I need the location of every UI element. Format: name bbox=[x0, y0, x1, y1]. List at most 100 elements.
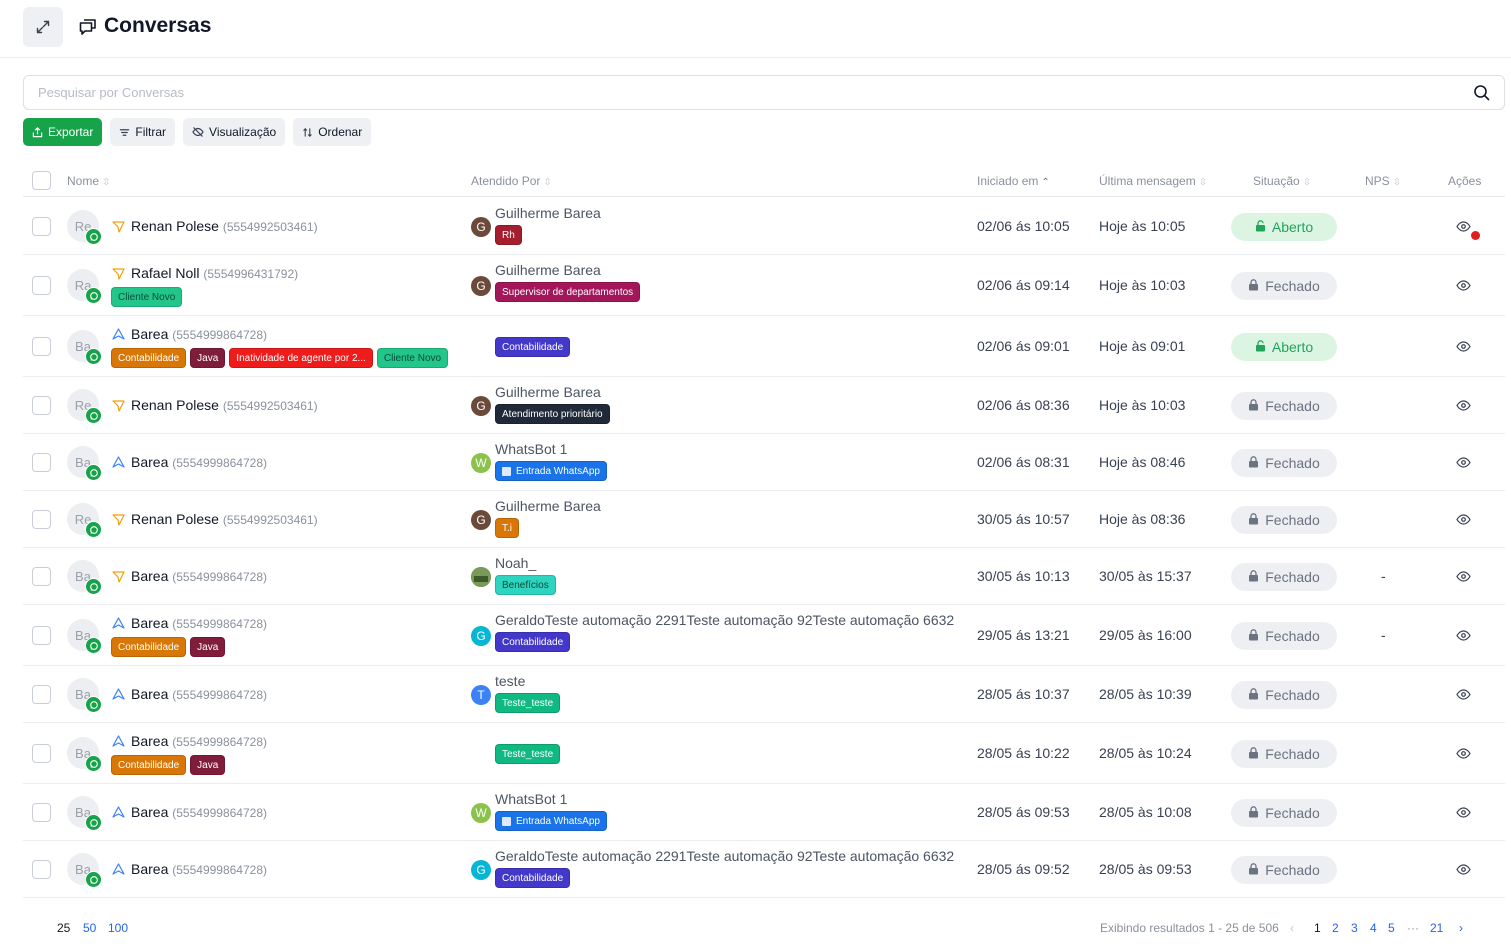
column-attended-by[interactable]: Atendido Por ⇳ bbox=[471, 174, 552, 188]
next-page-icon[interactable]: › bbox=[1459, 921, 1463, 935]
view-button[interactable]: Visualização bbox=[183, 118, 286, 146]
view-icon[interactable] bbox=[1456, 688, 1471, 706]
contact-name[interactable]: Barea (5554999864728) bbox=[131, 686, 267, 702]
view-icon[interactable] bbox=[1456, 220, 1471, 238]
row-checkbox[interactable] bbox=[32, 685, 51, 704]
page-size-100[interactable]: 100 bbox=[108, 921, 128, 935]
column-name[interactable]: Nome ⇳ bbox=[67, 174, 110, 188]
status-badge: Fechado bbox=[1231, 392, 1337, 420]
contact-name[interactable]: Rafael Noll (5554996431792) bbox=[131, 265, 298, 281]
contact-name[interactable]: Renan Polese (5554992503461) bbox=[131, 511, 318, 527]
page-2[interactable]: 2 bbox=[1332, 921, 1339, 935]
view-icon[interactable] bbox=[1456, 279, 1471, 297]
table-row[interactable]: Ra Rafael Noll (5554996431792) Cliente Nov… bbox=[23, 255, 1505, 316]
table-row[interactable]: Ba Barea (5554999864728) Tteste Teste_teste… bbox=[23, 666, 1505, 723]
contact-phone: (5554999864728) bbox=[172, 806, 268, 820]
page-size-50[interactable]: 50 bbox=[83, 921, 96, 935]
contact-name[interactable]: Renan Polese (5554992503461) bbox=[131, 218, 318, 234]
contact-name-text: Renan Polese bbox=[131, 397, 219, 413]
contact-name[interactable]: Barea (5554999864728) bbox=[131, 568, 267, 584]
agent-name: teste bbox=[495, 673, 526, 689]
page-3[interactable]: 3 bbox=[1351, 921, 1358, 935]
row-checkbox[interactable] bbox=[32, 217, 51, 236]
expand-button[interactable] bbox=[23, 7, 63, 47]
agent-avatar: T bbox=[471, 685, 491, 705]
table-row[interactable]: Ba Barea (5554999864728) G GeraldoTeste aut… bbox=[23, 841, 1505, 898]
view-icon[interactable] bbox=[1456, 863, 1471, 881]
row-checkbox[interactable] bbox=[32, 567, 51, 586]
row-checkbox[interactable] bbox=[32, 510, 51, 529]
agent-tag: Teste_teste bbox=[495, 693, 561, 713]
filter-label: Filtrar bbox=[135, 125, 167, 139]
contact-tags: Contabilidade Java bbox=[111, 755, 226, 775]
contact-name[interactable]: Renan Polese (5554992503461) bbox=[131, 397, 318, 413]
row-checkbox[interactable] bbox=[32, 803, 51, 822]
table-row[interactable]: Ba Barea (5554999864728) Contabilidade Java… bbox=[23, 605, 1505, 666]
row-checkbox[interactable] bbox=[32, 626, 51, 645]
contact-phone: (5554999864728) bbox=[172, 328, 268, 342]
filter-button[interactable]: Filtrar bbox=[110, 118, 176, 146]
contact-name-text: Barea bbox=[131, 615, 169, 631]
page-1[interactable]: 1 bbox=[1314, 921, 1321, 935]
contact-tag: Java bbox=[190, 755, 226, 775]
select-all-checkbox[interactable] bbox=[32, 171, 51, 190]
column-status[interactable]: Situação ⇳ bbox=[1253, 174, 1311, 188]
contact-name[interactable]: Barea (5554999864728) bbox=[131, 733, 267, 749]
agent-tag-label: Contabilidade bbox=[502, 636, 564, 648]
table-row[interactable]: Ba Barea (5554999864728) W WhatsBot 1 Entrad… bbox=[23, 784, 1505, 841]
column-nps[interactable]: NPS ⇳ bbox=[1365, 174, 1401, 188]
table-row[interactable]: Ba Barea (5554999864728) W WhatsBot 1 Entrad… bbox=[23, 434, 1505, 491]
table-row[interactable]: Re Renan Polese (5554992503461) G Guilherme… bbox=[23, 377, 1505, 434]
row-checkbox[interactable] bbox=[32, 744, 51, 763]
row-checkbox[interactable] bbox=[32, 453, 51, 472]
status-badge: Fechado bbox=[1231, 272, 1337, 300]
export-button[interactable]: Exportar bbox=[23, 118, 103, 146]
page-5[interactable]: 5 bbox=[1388, 921, 1395, 935]
table-header: Nome ⇳ Atendido Por ⇳ Iniciado em ⌃ Última … bbox=[23, 165, 1505, 197]
page-size-25[interactable]: 25 bbox=[57, 921, 70, 935]
page-4[interactable]: 4 bbox=[1370, 921, 1377, 935]
agent-tag: T.i bbox=[495, 518, 519, 538]
status-label: Fechado bbox=[1265, 628, 1320, 644]
view-icon[interactable] bbox=[1456, 747, 1471, 765]
view-icon[interactable] bbox=[1456, 806, 1471, 824]
contact-name[interactable]: Barea (5554999864728) bbox=[131, 861, 267, 877]
view-icon[interactable] bbox=[1456, 340, 1471, 358]
contact-name[interactable]: Barea (5554999864728) bbox=[131, 804, 267, 820]
table-row[interactable]: Ba Barea (5554999864728) Contabilidade Java… bbox=[23, 316, 1505, 377]
row-checkbox[interactable] bbox=[32, 337, 51, 356]
status-badge: Aberto bbox=[1231, 333, 1337, 361]
row-checkbox[interactable] bbox=[32, 276, 51, 295]
contact-name-text: Barea bbox=[131, 733, 169, 749]
row-checkbox[interactable] bbox=[32, 860, 51, 879]
column-last-message[interactable]: Última mensagem ⇳ bbox=[1099, 174, 1207, 188]
page-21[interactable]: 21 bbox=[1430, 921, 1443, 935]
sort-button[interactable]: Ordenar bbox=[293, 118, 372, 146]
search-icon[interactable] bbox=[1473, 84, 1490, 101]
view-icon[interactable] bbox=[1456, 513, 1471, 531]
lock-icon bbox=[1248, 455, 1259, 471]
unlock-icon bbox=[1255, 339, 1266, 355]
outgoing-send-icon bbox=[112, 399, 125, 417]
contact-phone: (5554996431792) bbox=[203, 267, 299, 281]
view-icon[interactable] bbox=[1456, 629, 1471, 647]
contact-name[interactable]: Barea (5554999864728) bbox=[131, 615, 267, 631]
row-checkbox[interactable] bbox=[32, 396, 51, 415]
page-title-group: Conversas bbox=[78, 14, 211, 38]
agent-name: Guilherme Barea bbox=[495, 384, 601, 400]
search-input[interactable] bbox=[24, 76, 1424, 109]
prev-page-icon[interactable]: ‹ bbox=[1290, 921, 1294, 935]
table-row[interactable]: Ba Barea (5554999864728) Contabilidade Java… bbox=[23, 723, 1505, 784]
agent-tag: Contabilidade bbox=[495, 632, 571, 652]
sort-icon: ⇳ bbox=[1302, 177, 1312, 188]
table-row[interactable]: Re Renan Polese (5554992503461) G Guilherme… bbox=[23, 198, 1505, 255]
contact-name[interactable]: Barea (5554999864728) bbox=[131, 454, 267, 470]
contact-name[interactable]: Barea (5554999864728) bbox=[131, 326, 267, 342]
view-icon[interactable] bbox=[1456, 570, 1471, 588]
agent-name: GeraldoTeste automação 2291Teste automaç… bbox=[495, 612, 955, 628]
view-icon[interactable] bbox=[1456, 456, 1471, 474]
table-row[interactable]: Ba Barea (5554999864728) Noah_ Benefícios 30… bbox=[23, 548, 1505, 605]
column-started[interactable]: Iniciado em ⌃ bbox=[977, 174, 1050, 188]
table-row[interactable]: Re Renan Polese (5554992503461) G Guilherme… bbox=[23, 491, 1505, 548]
view-icon[interactable] bbox=[1456, 399, 1471, 417]
